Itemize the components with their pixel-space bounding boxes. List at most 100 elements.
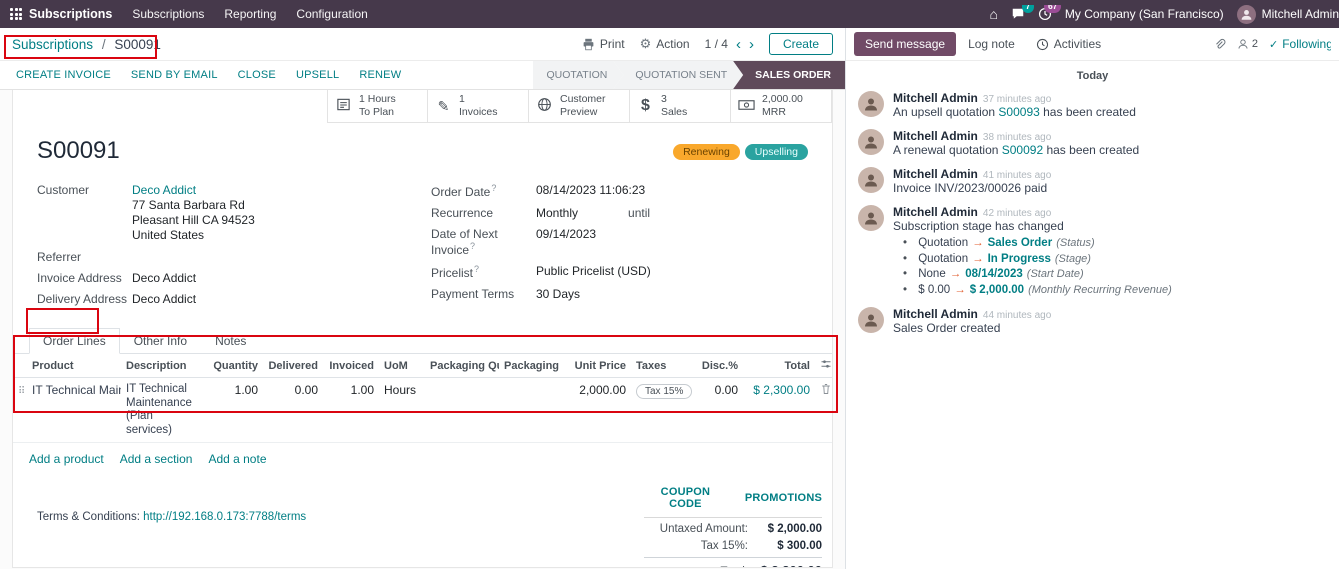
tag-renewing[interactable]: Renewing <box>673 144 740 160</box>
drag-handle-icon[interactable]: ⠿ <box>18 386 25 397</box>
cell-disc[interactable]: 0.00 <box>695 378 743 443</box>
user-menu[interactable]: Mitchell Admin <box>1237 5 1339 24</box>
menu-reporting[interactable]: Reporting <box>214 0 286 28</box>
smart-label: Sales <box>661 106 687 119</box>
send-by-email-button[interactable]: SEND BY EMAIL <box>121 69 228 81</box>
record-title[interactable]: S00091 <box>37 137 120 165</box>
col-delivered[interactable]: Delivered <box>263 354 323 378</box>
cell-quantity[interactable]: 1.00 <box>207 378 263 443</box>
action-button[interactable]: ⚙ Action <box>640 36 690 52</box>
terms-and-conditions: Terms & Conditions: http://192.168.0.173… <box>37 511 306 523</box>
col-taxes[interactable]: Taxes <box>631 354 695 378</box>
cell-packaging[interactable] <box>499 378 565 443</box>
col-total[interactable]: Total <box>743 354 815 378</box>
cell-description[interactable]: IT Technical Maintenance (Plan services) <box>121 378 207 443</box>
mrr-smart-button[interactable]: 2,000.00MRR <box>731 90 832 123</box>
message-body: Subscription stage has changed <box>893 219 1329 234</box>
followers-button[interactable]: 2 <box>1237 38 1258 50</box>
sales-smart-button[interactable]: $ 3Sales <box>630 90 731 123</box>
col-unit-price[interactable]: Unit Price <box>565 354 631 378</box>
cell-taxes[interactable]: Tax 15% <box>631 378 695 443</box>
stage-quotation-sent[interactable]: QUOTATION SENT <box>613 61 743 89</box>
menu-subscriptions[interactable]: Subscriptions <box>122 0 214 28</box>
payment-terms-field[interactable]: 30 Days <box>536 287 580 301</box>
tag-upselling[interactable]: Upselling <box>745 144 808 160</box>
message-time: 44 minutes ago <box>983 310 1051 321</box>
tab-notes[interactable]: Notes <box>201 328 260 354</box>
attachments-icon[interactable] <box>1213 38 1226 51</box>
upsell-button[interactable]: UPSELL <box>286 69 349 81</box>
tab-order-lines[interactable]: Order Lines <box>29 328 120 354</box>
customer-link[interactable]: Deco Addict <box>132 183 196 197</box>
chatter-message: Mitchell Admin41 minutes ago Invoice INV… <box>846 162 1339 200</box>
tab-other-info[interactable]: Other Info <box>120 328 201 354</box>
col-description[interactable]: Description <box>121 354 207 378</box>
record-link[interactable]: S00093 <box>998 105 1039 119</box>
add-a-note-link[interactable]: Add a note <box>208 452 266 466</box>
next-invoice-field[interactable]: 09/14/2023 <box>536 227 596 257</box>
message-author[interactable]: Mitchell Admin <box>893 129 978 143</box>
hours-to-plan-smart-button[interactable]: 1 HoursTo Plan <box>327 90 428 123</box>
delivery-address-field[interactable]: Deco Addict <box>132 292 196 306</box>
terms-link[interactable]: http://192.168.0.173:7788/terms <box>143 511 306 523</box>
coupon-code-button[interactable]: COUPON CODE <box>644 486 727 510</box>
recurrence-field[interactable]: Monthly <box>536 206 578 220</box>
app-switcher[interactable]: Subscriptions <box>10 7 112 21</box>
col-packaging-qty[interactable]: Packaging Qua... <box>425 354 499 378</box>
menu-configuration[interactable]: Configuration <box>286 0 377 28</box>
renew-button[interactable]: RENEW <box>349 69 411 81</box>
add-a-product-link[interactable]: Add a product <box>29 452 104 466</box>
send-message-button[interactable]: Send message <box>854 32 956 56</box>
invoices-smart-button[interactable]: ✎ 1Invoices <box>428 90 529 123</box>
stage-sales-order[interactable]: SALES ORDER <box>733 61 845 89</box>
log-note-button[interactable]: Log note <box>959 32 1024 56</box>
cell-packaging-qty[interactable] <box>425 378 499 443</box>
message-author[interactable]: Mitchell Admin <box>893 307 978 321</box>
breadcrumb-current: S00091 <box>114 37 161 52</box>
home-icon[interactable]: ⌂ <box>989 7 997 21</box>
message-author[interactable]: Mitchell Admin <box>893 205 978 219</box>
table-row[interactable]: ⠿ IT Technical Mainten... IT Technical M… <box>13 378 832 443</box>
person-icon <box>863 96 879 112</box>
message-author[interactable]: Mitchell Admin <box>893 167 978 181</box>
customer-field[interactable]: Deco Addict 77 Santa Barbara Rd Pleasant… <box>132 183 255 243</box>
customer-preview-smart-button[interactable]: CustomerPreview <box>529 90 630 123</box>
company-switcher[interactable]: My Company (San Francisco) <box>1065 7 1224 21</box>
messages-icon[interactable]: 7 <box>1011 7 1025 21</box>
pager-previous-icon[interactable]: ‹ <box>736 37 741 52</box>
col-quantity[interactable]: Quantity <box>207 354 263 378</box>
promotions-button[interactable]: PROMOTIONS <box>745 486 822 510</box>
add-a-section-link[interactable]: Add a section <box>120 452 193 466</box>
message-body: An upsell quotation S00093 has been crea… <box>893 105 1329 120</box>
col-invoiced[interactable]: Invoiced <box>323 354 379 378</box>
close-button[interactable]: CLOSE <box>228 69 286 81</box>
col-disc[interactable]: Disc.% <box>695 354 743 378</box>
record-link[interactable]: S00092 <box>1002 143 1043 157</box>
activities-button[interactable]: Activities <box>1027 32 1110 56</box>
order-date-field[interactable]: 08/14/2023 11:06:23 <box>536 183 645 199</box>
invoice-address-field[interactable]: Deco Addict <box>132 271 196 285</box>
optional-columns-icon[interactable] <box>815 354 832 378</box>
col-product[interactable]: Product <box>27 354 121 378</box>
cell-invoiced[interactable]: 1.00 <box>323 378 379 443</box>
pager-next-icon[interactable]: › <box>749 37 754 52</box>
cell-unit-price[interactable]: 2,000.00 <box>565 378 631 443</box>
col-packaging[interactable]: Packaging <box>499 354 565 378</box>
cell-delivered[interactable]: 0.00 <box>263 378 323 443</box>
activities-icon[interactable]: 67 <box>1038 7 1052 21</box>
tasks-icon <box>335 97 352 115</box>
breadcrumb-parent[interactable]: Subscriptions <box>12 37 93 52</box>
pricelist-field[interactable]: Public Pricelist (USD) <box>536 264 651 280</box>
cell-product[interactable]: IT Technical Mainten... <box>27 378 121 443</box>
create-button[interactable]: Create <box>769 33 833 55</box>
tax-badge[interactable]: Tax 15% <box>636 384 692 399</box>
following-toggle[interactable]: ✓ Following <box>1269 37 1331 51</box>
delete-row-icon[interactable] <box>815 378 832 443</box>
message-author[interactable]: Mitchell Admin <box>893 91 978 105</box>
create-invoice-button[interactable]: CREATE INVOICE <box>6 69 121 81</box>
print-button[interactable]: Print <box>582 37 625 51</box>
cell-uom[interactable]: Hours <box>379 378 425 443</box>
person-icon <box>863 312 879 328</box>
col-uom[interactable]: UoM <box>379 354 425 378</box>
stage-quotation[interactable]: QUOTATION <box>533 61 624 89</box>
